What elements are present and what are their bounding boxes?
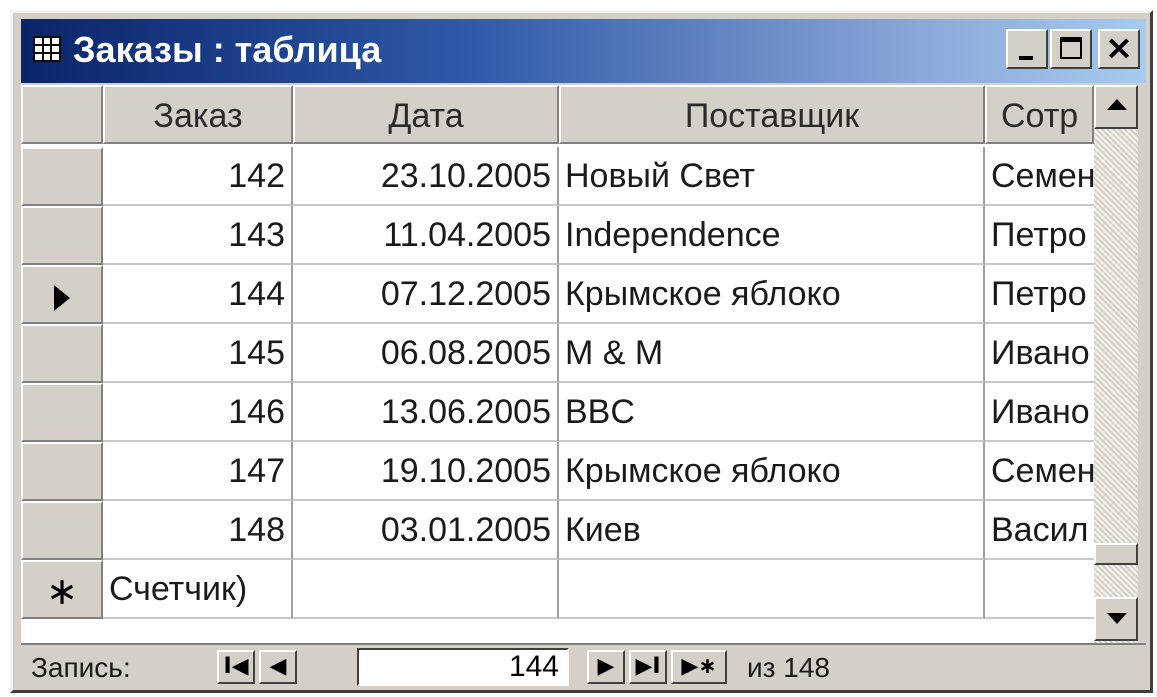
cell-supplier[interactable]: Independence bbox=[559, 206, 985, 265]
header-row: Заказ Дата Поставщик Сотр bbox=[21, 85, 1094, 144]
maximize-button[interactable] bbox=[1050, 29, 1092, 69]
cell-supplier[interactable]: Крымское яблоко bbox=[559, 442, 985, 501]
cell-employee[interactable]: Петро bbox=[985, 265, 1094, 324]
cell-date-new[interactable] bbox=[293, 560, 559, 619]
table-row[interactable]: 142 23.10.2005 Новый Свет Семен bbox=[21, 147, 1094, 206]
cell-date[interactable]: 06.08.2005 bbox=[293, 324, 559, 383]
cell-order[interactable]: 143 bbox=[103, 206, 293, 265]
record-selector[interactable] bbox=[21, 265, 103, 324]
table-icon[interactable] bbox=[33, 36, 61, 62]
cell-order[interactable]: 146 bbox=[103, 383, 293, 442]
cell-employee[interactable]: Ивано bbox=[985, 324, 1094, 383]
cell-order-new[interactable]: Счетчик) bbox=[103, 560, 293, 619]
cell-employee[interactable]: Семен bbox=[985, 147, 1094, 206]
cell-order[interactable]: 147 bbox=[103, 442, 293, 501]
cell-supplier[interactable]: Киев bbox=[559, 501, 985, 560]
scroll-down-icon bbox=[1107, 613, 1127, 624]
cell-supplier-new[interactable] bbox=[559, 560, 985, 619]
cell-supplier[interactable]: Крымское яблоко bbox=[559, 265, 985, 324]
close-icon: × bbox=[1104, 28, 1134, 68]
current-record-icon bbox=[54, 285, 70, 312]
window-title: Заказы : таблица bbox=[73, 29, 382, 70]
title-bar[interactable]: Заказы : таблица × bbox=[21, 19, 1146, 83]
select-all-cell[interactable] bbox=[21, 85, 103, 144]
record-selector[interactable] bbox=[21, 383, 103, 442]
column-header-employee[interactable]: Сотр bbox=[985, 85, 1094, 144]
scroll-thumb[interactable] bbox=[1094, 543, 1138, 565]
record-selector[interactable]: ∗ bbox=[21, 560, 103, 619]
new-record-row[interactable]: ∗ Счетчик) bbox=[21, 560, 1094, 619]
record-selector[interactable] bbox=[21, 147, 103, 206]
cell-order[interactable]: 144 bbox=[103, 265, 293, 324]
record-navigation-bar: Запись: I◀ ◀ ▶ ▶I ▶∗ из 148 bbox=[21, 643, 1146, 689]
cell-supplier[interactable]: M & M bbox=[559, 324, 985, 383]
cell-employee-new[interactable] bbox=[985, 560, 1094, 619]
next-record-button[interactable]: ▶ bbox=[587, 650, 625, 684]
new-record-button[interactable]: ▶∗ bbox=[671, 650, 727, 684]
record-label: Запись: bbox=[31, 652, 131, 683]
cell-order[interactable]: 148 bbox=[103, 501, 293, 560]
scroll-up-button[interactable] bbox=[1094, 85, 1138, 129]
cell-employee[interactable]: Ивано bbox=[985, 383, 1094, 442]
column-header-supplier[interactable]: Поставщик bbox=[559, 85, 985, 144]
cell-employee[interactable]: Васил bbox=[985, 501, 1094, 560]
cell-date[interactable]: 03.01.2005 bbox=[293, 501, 559, 560]
table-row[interactable]: 145 06.08.2005 M & M Ивано bbox=[21, 324, 1094, 383]
previous-record-button[interactable]: ◀ bbox=[259, 650, 297, 684]
table-row[interactable]: 148 03.01.2005 Киев Васил bbox=[21, 501, 1094, 560]
last-record-button[interactable]: ▶I bbox=[629, 650, 667, 684]
datasheet-window: Заказы : таблица × Заказ Дата Поставщик … bbox=[10, 10, 1153, 693]
record-total: из 148 bbox=[747, 652, 830, 683]
table-row[interactable]: 147 19.10.2005 Крымское яблоко Семен bbox=[21, 442, 1094, 501]
cell-date[interactable]: 19.10.2005 bbox=[293, 442, 559, 501]
scroll-down-button[interactable] bbox=[1094, 597, 1138, 641]
cell-employee[interactable]: Петро bbox=[985, 206, 1094, 265]
cell-order[interactable]: 142 bbox=[103, 147, 293, 206]
cell-supplier[interactable]: BBC bbox=[559, 383, 985, 442]
column-header-order[interactable]: Заказ bbox=[103, 85, 293, 144]
table-row[interactable]: 146 13.06.2005 BBC Ивано bbox=[21, 383, 1094, 442]
record-selector[interactable] bbox=[21, 501, 103, 560]
scroll-up-icon bbox=[1107, 99, 1127, 110]
record-number-input[interactable] bbox=[357, 648, 569, 686]
record-selector[interactable] bbox=[21, 442, 103, 501]
table-row[interactable]: 143 11.04.2005 Independence Петро bbox=[21, 206, 1094, 265]
new-record-icon: ∗ bbox=[46, 569, 78, 613]
cell-supplier[interactable]: Новый Свет bbox=[559, 147, 985, 206]
minimize-button[interactable] bbox=[1006, 29, 1048, 69]
cell-date[interactable]: 11.04.2005 bbox=[293, 206, 559, 265]
close-button[interactable]: × bbox=[1098, 29, 1140, 69]
table-row-current[interactable]: 144 07.12.2005 Крымское яблоко Петро bbox=[21, 265, 1094, 324]
first-record-button[interactable]: I◀ bbox=[217, 650, 255, 684]
record-selector[interactable] bbox=[21, 206, 103, 265]
cell-order[interactable]: 145 bbox=[103, 324, 293, 383]
cell-date[interactable]: 23.10.2005 bbox=[293, 147, 559, 206]
record-selector[interactable] bbox=[21, 324, 103, 383]
cell-date[interactable]: 13.06.2005 bbox=[293, 383, 559, 442]
cell-employee[interactable]: Семен bbox=[985, 442, 1094, 501]
vertical-scrollbar[interactable] bbox=[1094, 85, 1138, 643]
column-header-date[interactable]: Дата bbox=[293, 85, 559, 144]
datasheet-grid: Заказ Дата Поставщик Сотр 142 23.10.2005… bbox=[21, 85, 1094, 643]
cell-date[interactable]: 07.12.2005 bbox=[293, 265, 559, 324]
